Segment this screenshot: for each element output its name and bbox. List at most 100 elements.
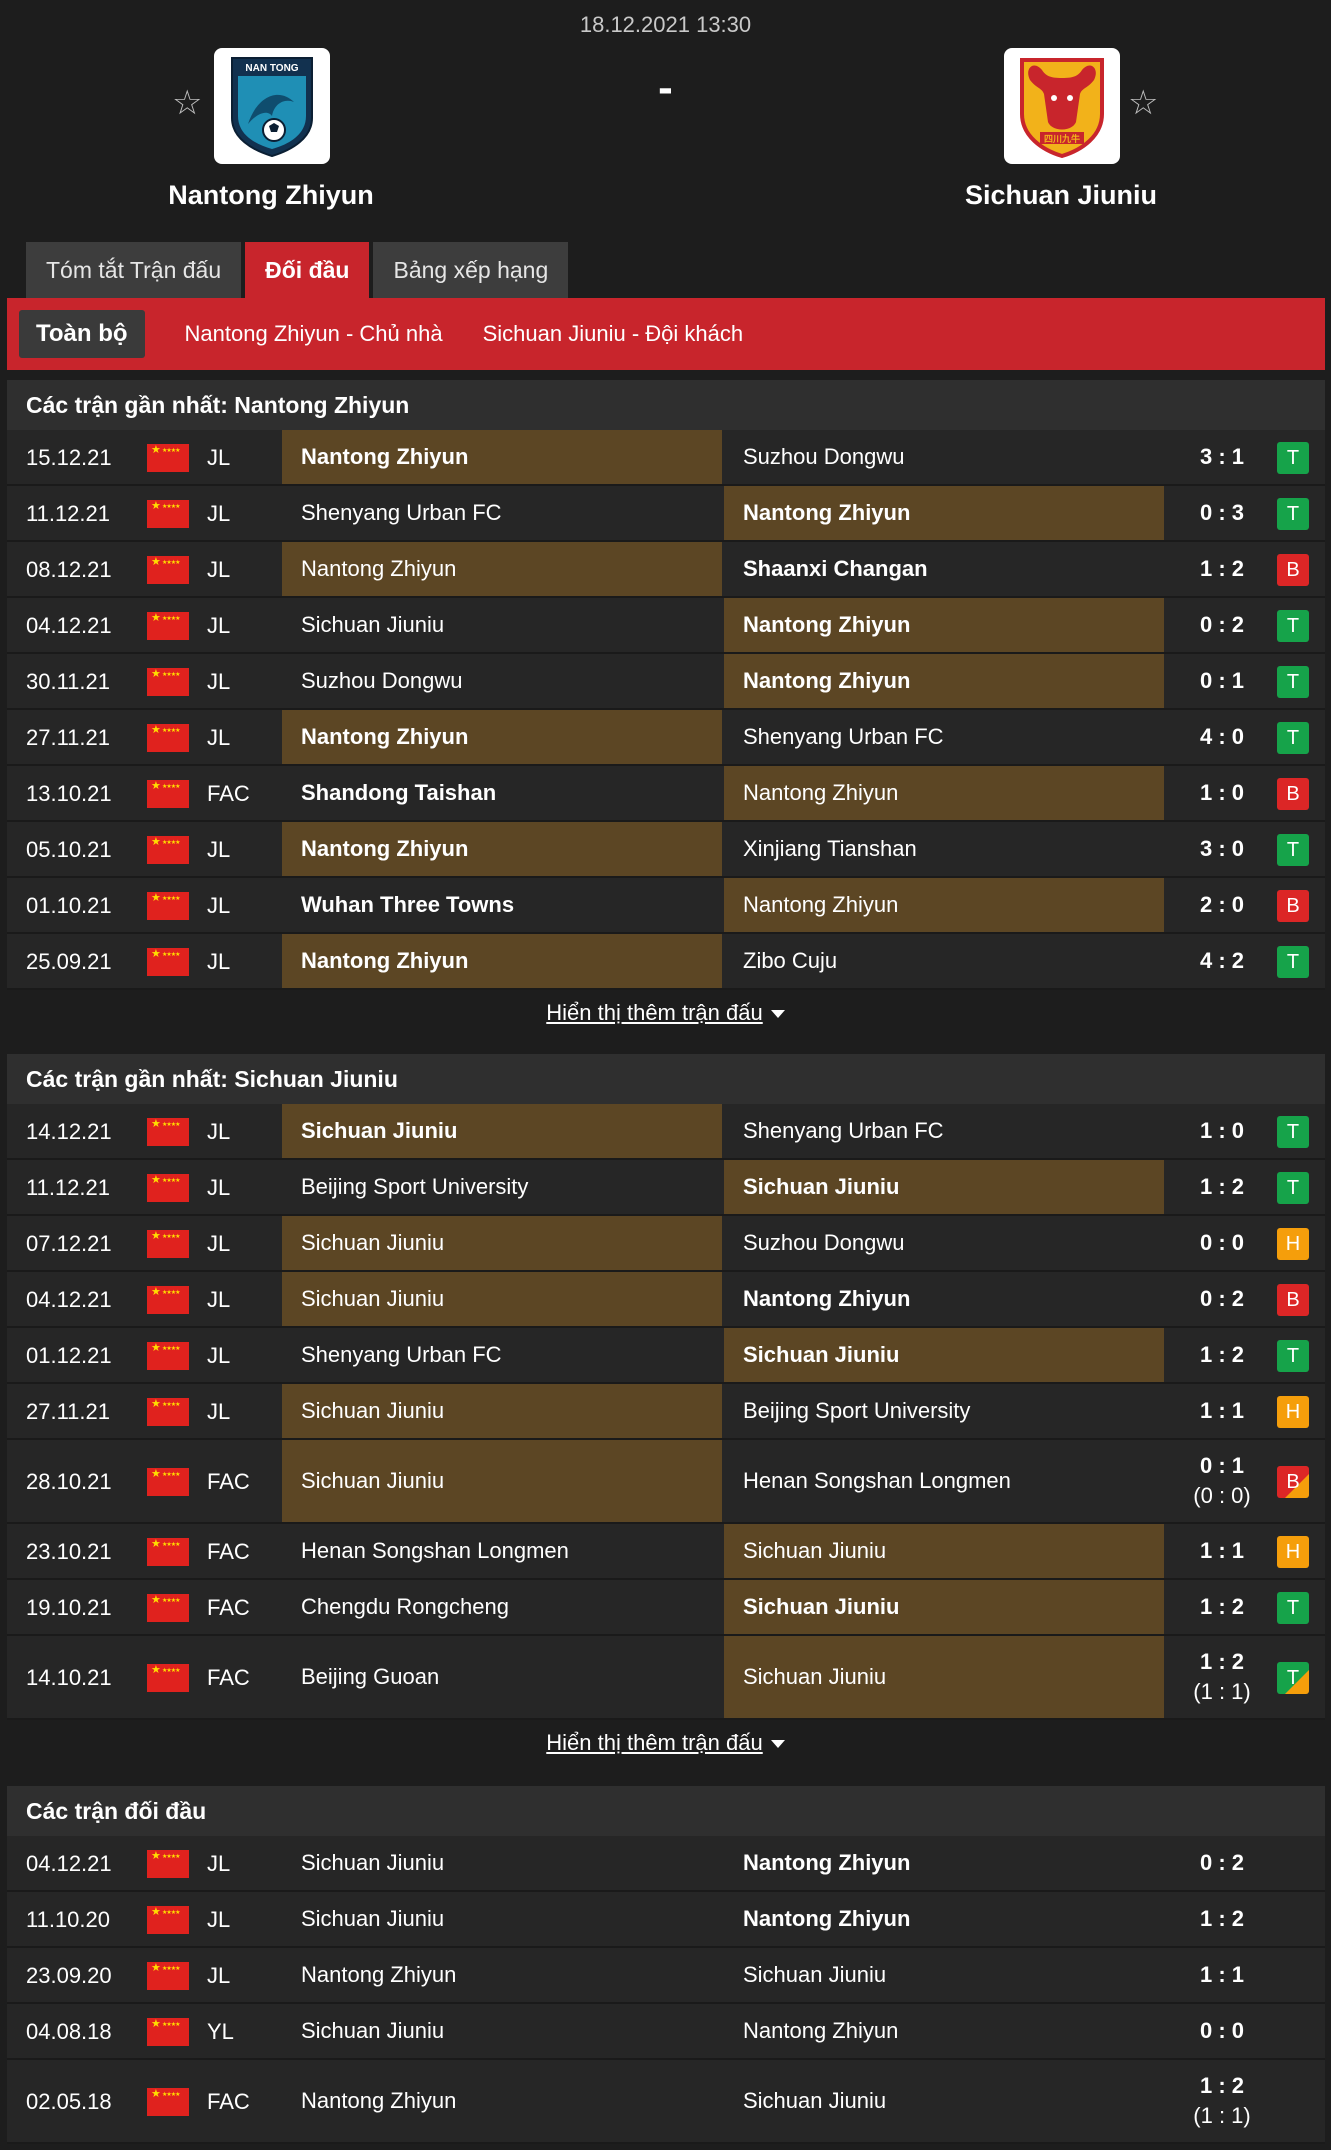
league-code[interactable]: JL (207, 613, 230, 639)
match-score-cell[interactable]: 0 : 1 (1167, 654, 1277, 708)
match-score-cell[interactable]: 4 : 0 (1167, 710, 1277, 764)
away-team-cell[interactable]: Suzhou Dongwu (724, 430, 1164, 484)
match-row[interactable]: 07.12.21 JL Sichuan JiuniuSuzhou Dongwu 0 :… (7, 1216, 1325, 1272)
match-row[interactable]: 13.10.21 FAC Shandong TaishanNantong Zhiyu… (7, 766, 1325, 822)
league-code[interactable]: JL (207, 501, 230, 527)
home-team-cell[interactable]: Sichuan Jiuniu (282, 598, 722, 652)
home-team-cell[interactable]: Sichuan Jiuniu (282, 1836, 722, 1890)
away-team-cell[interactable]: Nantong Zhiyun (724, 878, 1164, 932)
match-row[interactable]: 04.12.21 JL Sichuan JiuniuNantong Zhiyun 0 … (7, 1836, 1325, 1892)
match-row[interactable]: 25.09.21 JL Nantong ZhiyunZibo Cuju 4 : 2 T (7, 934, 1325, 990)
away-team-cell[interactable]: Zibo Cuju (724, 934, 1164, 988)
match-score-cell[interactable]: 1 : 2 (1167, 1328, 1277, 1382)
home-team-cell[interactable]: Shandong Taishan (282, 766, 722, 820)
match-row[interactable]: 02.05.18FACNantong ZhiyunSichuan Jiuniu1… (7, 2060, 1325, 2144)
show-more-link[interactable]: Hiển thị thêm trận đấu (546, 1730, 762, 1755)
match-row[interactable]: 11.12.21 JL Beijing Sport UniversitySichua… (7, 1160, 1325, 1216)
match-score-cell[interactable]: 1 : 1 (1167, 1384, 1277, 1438)
home-team-cell[interactable]: Nantong Zhiyun (282, 2060, 722, 2142)
home-team-cell[interactable]: Wuhan Three Towns (282, 878, 722, 932)
match-score-cell[interactable]: 1 : 2 (1 : 1) (1167, 1636, 1277, 1718)
away-team-cell[interactable]: Henan Songshan Longmen (724, 1440, 1164, 1522)
away-team-cell[interactable]: Shenyang Urban FC (724, 710, 1164, 764)
home-team-cell[interactable]: Nantong Zhiyun (282, 934, 722, 988)
away-team-cell[interactable]: Nantong Zhiyun (724, 1272, 1164, 1326)
match-score-cell[interactable]: 1 : 2 (1167, 1580, 1277, 1634)
caret-down-icon[interactable] (770, 1010, 785, 1019)
match-score-cell[interactable]: 0 : 0 (1167, 1216, 1277, 1270)
home-team-name[interactable]: Nantong Zhiyun (61, 180, 481, 211)
home-team-cell[interactable]: Shenyang Urban FC (282, 1328, 722, 1382)
away-team-cell[interactable]: Shaanxi Changan (724, 542, 1164, 596)
tab-summary[interactable]: Tóm tắt Trận đấu (26, 242, 242, 298)
match-score-cell[interactable]: 0 : 2 (1167, 598, 1277, 652)
subtab-home-team[interactable]: Nantong Zhiyun - Chủ nhà (185, 321, 443, 347)
league-code[interactable]: JL (207, 669, 230, 695)
away-team-cell[interactable]: Beijing Sport University (724, 1384, 1164, 1438)
league-code[interactable]: JL (207, 1907, 230, 1933)
home-team-cell[interactable]: Sichuan Jiuniu (282, 1104, 722, 1158)
home-team-cell[interactable]: Sichuan Jiuniu (282, 1384, 722, 1438)
match-row[interactable]: 15.12.21 JL Nantong ZhiyunSuzhou Dongwu 3 :… (7, 430, 1325, 486)
match-score-cell[interactable]: 3 : 0 (1167, 822, 1277, 876)
away-team-cell[interactable]: Nantong Zhiyun (724, 1836, 1164, 1890)
league-code[interactable]: JL (207, 1399, 230, 1425)
match-score-cell[interactable]: 1 : 2 (1167, 542, 1277, 596)
home-team-cell[interactable]: Sichuan Jiuniu (282, 1216, 722, 1270)
match-row[interactable]: 30.11.21 JL Suzhou DongwuNantong Zhiyun 0 :… (7, 654, 1325, 710)
match-row[interactable]: 19.10.21 FAC Chengdu RongchengSichuan Jiun… (7, 1580, 1325, 1636)
match-row[interactable]: 04.08.18 YL Sichuan JiuniuNantong Zhiyun 0 … (7, 2004, 1325, 2060)
away-team-cell[interactable]: Xinjiang Tianshan (724, 822, 1164, 876)
home-team-cell[interactable]: Beijing Guoan (282, 1636, 722, 1718)
league-code[interactable]: JL (207, 837, 230, 863)
home-team-cell[interactable]: Nantong Zhiyun (282, 822, 722, 876)
home-team-cell[interactable]: Beijing Sport University (282, 1160, 722, 1214)
league-code[interactable]: FAC (207, 781, 250, 807)
match-score-cell[interactable]: 3 : 1 (1167, 430, 1277, 484)
match-row[interactable]: 14.10.21FACBeijing GuoanSichuan Jiuniu1 … (7, 1636, 1325, 1720)
match-row[interactable]: 27.11.21 JL Nantong ZhiyunShenyang Urban F… (7, 710, 1325, 766)
away-team-cell[interactable]: Sichuan Jiuniu (724, 1948, 1164, 2002)
league-code[interactable]: JL (207, 725, 230, 751)
league-code[interactable]: JL (207, 1287, 230, 1313)
match-row[interactable]: 23.10.21 FAC Henan Songshan LongmenSichuan… (7, 1524, 1325, 1580)
match-score-cell[interactable]: 0 : 2 (1167, 1272, 1277, 1326)
subtab-all[interactable]: Toàn bộ (19, 310, 145, 358)
away-team-cell[interactable]: Sichuan Jiuniu (724, 2060, 1164, 2142)
league-code[interactable]: JL (207, 1175, 230, 1201)
match-row[interactable]: 23.09.20 JL Nantong ZhiyunSichuan Jiuniu 1 … (7, 1948, 1325, 2004)
match-score-cell[interactable]: 0 : 1 (0 : 0) (1167, 1440, 1277, 1522)
league-code[interactable]: JL (207, 893, 230, 919)
away-team-cell[interactable]: Nantong Zhiyun (724, 598, 1164, 652)
subtab-away-team[interactable]: Sichuan Jiuniu - Đội khách (483, 321, 743, 347)
home-team-cell[interactable]: Sichuan Jiuniu (282, 1440, 722, 1522)
match-row[interactable]: 11.10.20 JL Sichuan JiuniuNantong Zhiyun 1 … (7, 1892, 1325, 1948)
league-code[interactable]: JL (207, 557, 230, 583)
league-code[interactable]: FAC (207, 1539, 250, 1565)
match-score-cell[interactable]: 4 : 2 (1167, 934, 1277, 988)
match-row[interactable]: 04.12.21 JL Sichuan JiuniuNantong Zhiyun 0 … (7, 1272, 1325, 1328)
match-score-cell[interactable]: 1 : 2 (1 : 1) (1167, 2060, 1277, 2142)
league-code[interactable]: FAC (207, 1665, 250, 1691)
home-team-cell[interactable]: Nantong Zhiyun (282, 710, 722, 764)
league-code[interactable]: JL (207, 1851, 230, 1877)
league-code[interactable]: JL (207, 445, 230, 471)
match-score-cell[interactable]: 1 : 1 (1167, 1524, 1277, 1578)
away-team-cell[interactable]: Sichuan Jiuniu (724, 1328, 1164, 1382)
match-score-cell[interactable]: 1 : 2 (1167, 1892, 1277, 1946)
home-team-cell[interactable]: Sichuan Jiuniu (282, 2004, 722, 2058)
away-team-cell[interactable]: Sichuan Jiuniu (724, 1580, 1164, 1634)
tab-head-to-head[interactable]: Đối đầu (245, 242, 370, 298)
home-team-cell[interactable]: Henan Songshan Longmen (282, 1524, 722, 1578)
favorite-star-icon[interactable]: ☆ (1128, 86, 1158, 120)
league-code[interactable]: YL (207, 2019, 234, 2045)
away-team-cell[interactable]: Sichuan Jiuniu (724, 1524, 1164, 1578)
home-team-cell[interactable]: Nantong Zhiyun (282, 1948, 722, 2002)
away-team-cell[interactable]: Suzhou Dongwu (724, 1216, 1164, 1270)
away-team-name[interactable]: Sichuan Jiuniu (851, 180, 1271, 211)
away-team-cell[interactable]: Nantong Zhiyun (724, 766, 1164, 820)
away-team-cell[interactable]: Nantong Zhiyun (724, 1892, 1164, 1946)
match-score-cell[interactable]: 1 : 0 (1167, 1104, 1277, 1158)
home-team-cell[interactable]: Sichuan Jiuniu (282, 1892, 722, 1946)
away-team-logo[interactable]: 四川九牛 (1004, 48, 1120, 164)
